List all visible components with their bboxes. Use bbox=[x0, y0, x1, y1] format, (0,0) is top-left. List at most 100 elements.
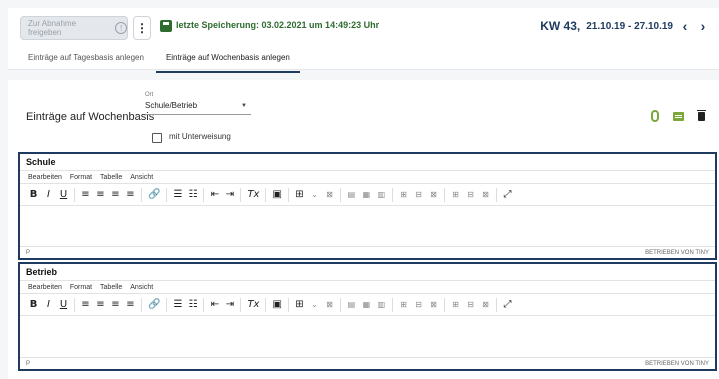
next-week-icon[interactable]: › bbox=[697, 18, 709, 34]
instruction-checkbox-label: mit Unterweisung bbox=[169, 132, 231, 141]
clear-format-icon[interactable]: Tx bbox=[244, 186, 262, 204]
insert-row-after-icon[interactable]: ⊟ bbox=[411, 186, 426, 204]
align-right-button[interactable]: ≡ bbox=[108, 296, 123, 314]
menu-format[interactable]: Format bbox=[70, 284, 92, 291]
editor-statusbar: P BETRIEBEN VON TINY bbox=[20, 357, 715, 369]
delete-row-icon[interactable]: ⊠ bbox=[426, 186, 441, 204]
chevron-down-icon[interactable]: ⌄ bbox=[307, 296, 322, 314]
editor-content-area[interactable] bbox=[20, 206, 715, 230]
bold-button[interactable]: B bbox=[26, 186, 41, 204]
separator bbox=[240, 297, 242, 312]
menu-edit[interactable]: Bearbeiten bbox=[28, 174, 62, 181]
element-path: P bbox=[26, 249, 31, 256]
link-icon[interactable]: 🔗 bbox=[145, 296, 163, 314]
trash-icon[interactable] bbox=[697, 109, 706, 121]
table-icon[interactable]: ⊞ bbox=[292, 186, 307, 204]
numbered-list-icon[interactable]: ☷ bbox=[185, 296, 200, 314]
table-col-props-icon[interactable]: ▥ bbox=[374, 296, 389, 314]
indent-icon[interactable]: ⇥ bbox=[222, 296, 237, 314]
menu-table[interactable]: Tabelle bbox=[100, 174, 122, 181]
chevron-down-icon[interactable]: ⌄ bbox=[307, 186, 322, 204]
link-icon[interactable]: 🔗 bbox=[145, 186, 163, 204]
separator bbox=[287, 297, 289, 312]
justify-button[interactable]: ≡ bbox=[123, 296, 138, 314]
insert-row-before-icon[interactable]: ⊞ bbox=[396, 296, 411, 314]
insert-row-after-icon[interactable]: ⊟ bbox=[411, 296, 426, 314]
insert-col-after-icon[interactable]: ⊟ bbox=[463, 296, 478, 314]
bullet-list-icon[interactable]: ☰ bbox=[170, 186, 185, 204]
indent-icon[interactable]: ⇥ bbox=[222, 186, 237, 204]
release-button-label: Zur Abnahme freigeben bbox=[28, 19, 77, 37]
underline-button[interactable]: U bbox=[56, 296, 71, 314]
editor-content-area[interactable] bbox=[20, 316, 715, 340]
bullet-list-icon[interactable]: ☰ bbox=[170, 296, 185, 314]
editor-statusbar: P BETRIEBEN VON TINY bbox=[20, 246, 715, 258]
top-header: Zur Abnahme freigeben ! ⋮ letzte Speiche… bbox=[8, 8, 719, 73]
table-cell-props-icon[interactable]: ▦ bbox=[359, 296, 374, 314]
underline-button[interactable]: U bbox=[56, 186, 71, 204]
separator bbox=[443, 187, 445, 202]
bold-button[interactable]: B bbox=[26, 296, 41, 314]
image-icon[interactable]: ▣ bbox=[269, 296, 284, 314]
info-icon: ! bbox=[115, 22, 127, 34]
align-center-button[interactable]: ≡ bbox=[93, 296, 108, 314]
table-cell-props-icon[interactable]: ▦ bbox=[359, 186, 374, 204]
insert-col-after-icon[interactable]: ⊟ bbox=[463, 186, 478, 204]
comment-icon[interactable] bbox=[673, 111, 684, 121]
outdent-icon[interactable]: ⇤ bbox=[207, 186, 222, 204]
delete-row-icon[interactable]: ⊠ bbox=[426, 296, 441, 314]
table-col-props-icon[interactable]: ▥ bbox=[374, 186, 389, 204]
instruction-checkbox[interactable] bbox=[152, 133, 162, 143]
insert-col-before-icon[interactable]: ⊞ bbox=[448, 296, 463, 314]
prev-week-icon[interactable]: ‹ bbox=[679, 18, 691, 34]
italic-button[interactable]: I bbox=[41, 296, 56, 314]
week-navigator: KW 43, 21.10.19 - 27.10.19 ‹ › bbox=[540, 18, 709, 34]
menu-view[interactable]: Ansicht bbox=[130, 284, 153, 291]
insert-col-before-icon[interactable]: ⊞ bbox=[448, 186, 463, 204]
insert-row-before-icon[interactable]: ⊞ bbox=[396, 186, 411, 204]
separator bbox=[391, 297, 393, 312]
separator bbox=[166, 297, 168, 312]
release-for-approval-button[interactable]: Zur Abnahme freigeben ! bbox=[20, 16, 128, 40]
table-row-props-icon[interactable]: ▤ bbox=[344, 296, 359, 314]
editor-betrieb: Betrieb Bearbeiten Format Tabelle Ansich… bbox=[18, 262, 717, 371]
editor-menubar: Bearbeiten Format Tabelle Ansicht bbox=[20, 170, 715, 184]
italic-button[interactable]: I bbox=[41, 186, 56, 204]
align-left-button[interactable]: ≡ bbox=[78, 186, 93, 204]
align-right-button[interactable]: ≡ bbox=[108, 186, 123, 204]
powered-by-link[interactable]: BETRIEBEN VON TINY bbox=[645, 250, 709, 256]
table-row-props-icon[interactable]: ▤ bbox=[344, 186, 359, 204]
justify-button[interactable]: ≡ bbox=[123, 186, 138, 204]
page: Zur Abnahme freigeben ! ⋮ letzte Speiche… bbox=[0, 0, 719, 379]
separator bbox=[166, 187, 168, 202]
editor-toolbar: B I U ≡ ≡ ≡ ≡ 🔗 ☰ ☷ ⇤ ⇥ Tx ▣ ⊞ ⌄ ⊠ ▤ ▦ ▥… bbox=[20, 294, 715, 316]
editor-title: Betrieb bbox=[26, 267, 58, 277]
ort-select[interactable]: Schule/Betrieb ▼ bbox=[145, 101, 251, 115]
table-delete-icon[interactable]: ⊠ bbox=[322, 296, 337, 314]
align-center-button[interactable]: ≡ bbox=[93, 186, 108, 204]
menu-table[interactable]: Tabelle bbox=[100, 284, 122, 291]
tab-weekly[interactable]: Einträge auf Wochenbasis anlegen bbox=[155, 51, 300, 73]
clear-format-icon[interactable]: Tx bbox=[244, 296, 262, 314]
tab-daily[interactable]: Einträge auf Tagesbasis anlegen bbox=[28, 51, 144, 69]
delete-col-icon[interactable]: ⊠ bbox=[478, 186, 493, 204]
align-left-button[interactable]: ≡ bbox=[78, 296, 93, 314]
table-delete-icon[interactable]: ⊠ bbox=[322, 186, 337, 204]
menu-view[interactable]: Ansicht bbox=[130, 174, 153, 181]
table-icon[interactable]: ⊞ bbox=[292, 296, 307, 314]
separator bbox=[203, 187, 205, 202]
editor-title: Schule bbox=[26, 157, 56, 167]
entry-tabs: Einträge auf Tagesbasis anlegen Einträge… bbox=[28, 51, 300, 73]
separator bbox=[141, 297, 142, 312]
delete-col-icon[interactable]: ⊠ bbox=[478, 296, 493, 314]
fullscreen-icon[interactable]: ⤢ bbox=[500, 296, 515, 314]
more-options-button[interactable]: ⋮ bbox=[133, 16, 151, 40]
image-icon[interactable]: ▣ bbox=[269, 186, 284, 204]
outdent-icon[interactable]: ⇤ bbox=[207, 296, 222, 314]
powered-by-link[interactable]: BETRIEBEN VON TINY bbox=[645, 361, 709, 367]
menu-edit[interactable]: Bearbeiten bbox=[28, 284, 62, 291]
numbered-list-icon[interactable]: ☷ bbox=[185, 186, 200, 204]
menu-format[interactable]: Format bbox=[70, 174, 92, 181]
attachment-icon[interactable] bbox=[651, 110, 659, 122]
fullscreen-icon[interactable]: ⤢ bbox=[500, 186, 515, 204]
